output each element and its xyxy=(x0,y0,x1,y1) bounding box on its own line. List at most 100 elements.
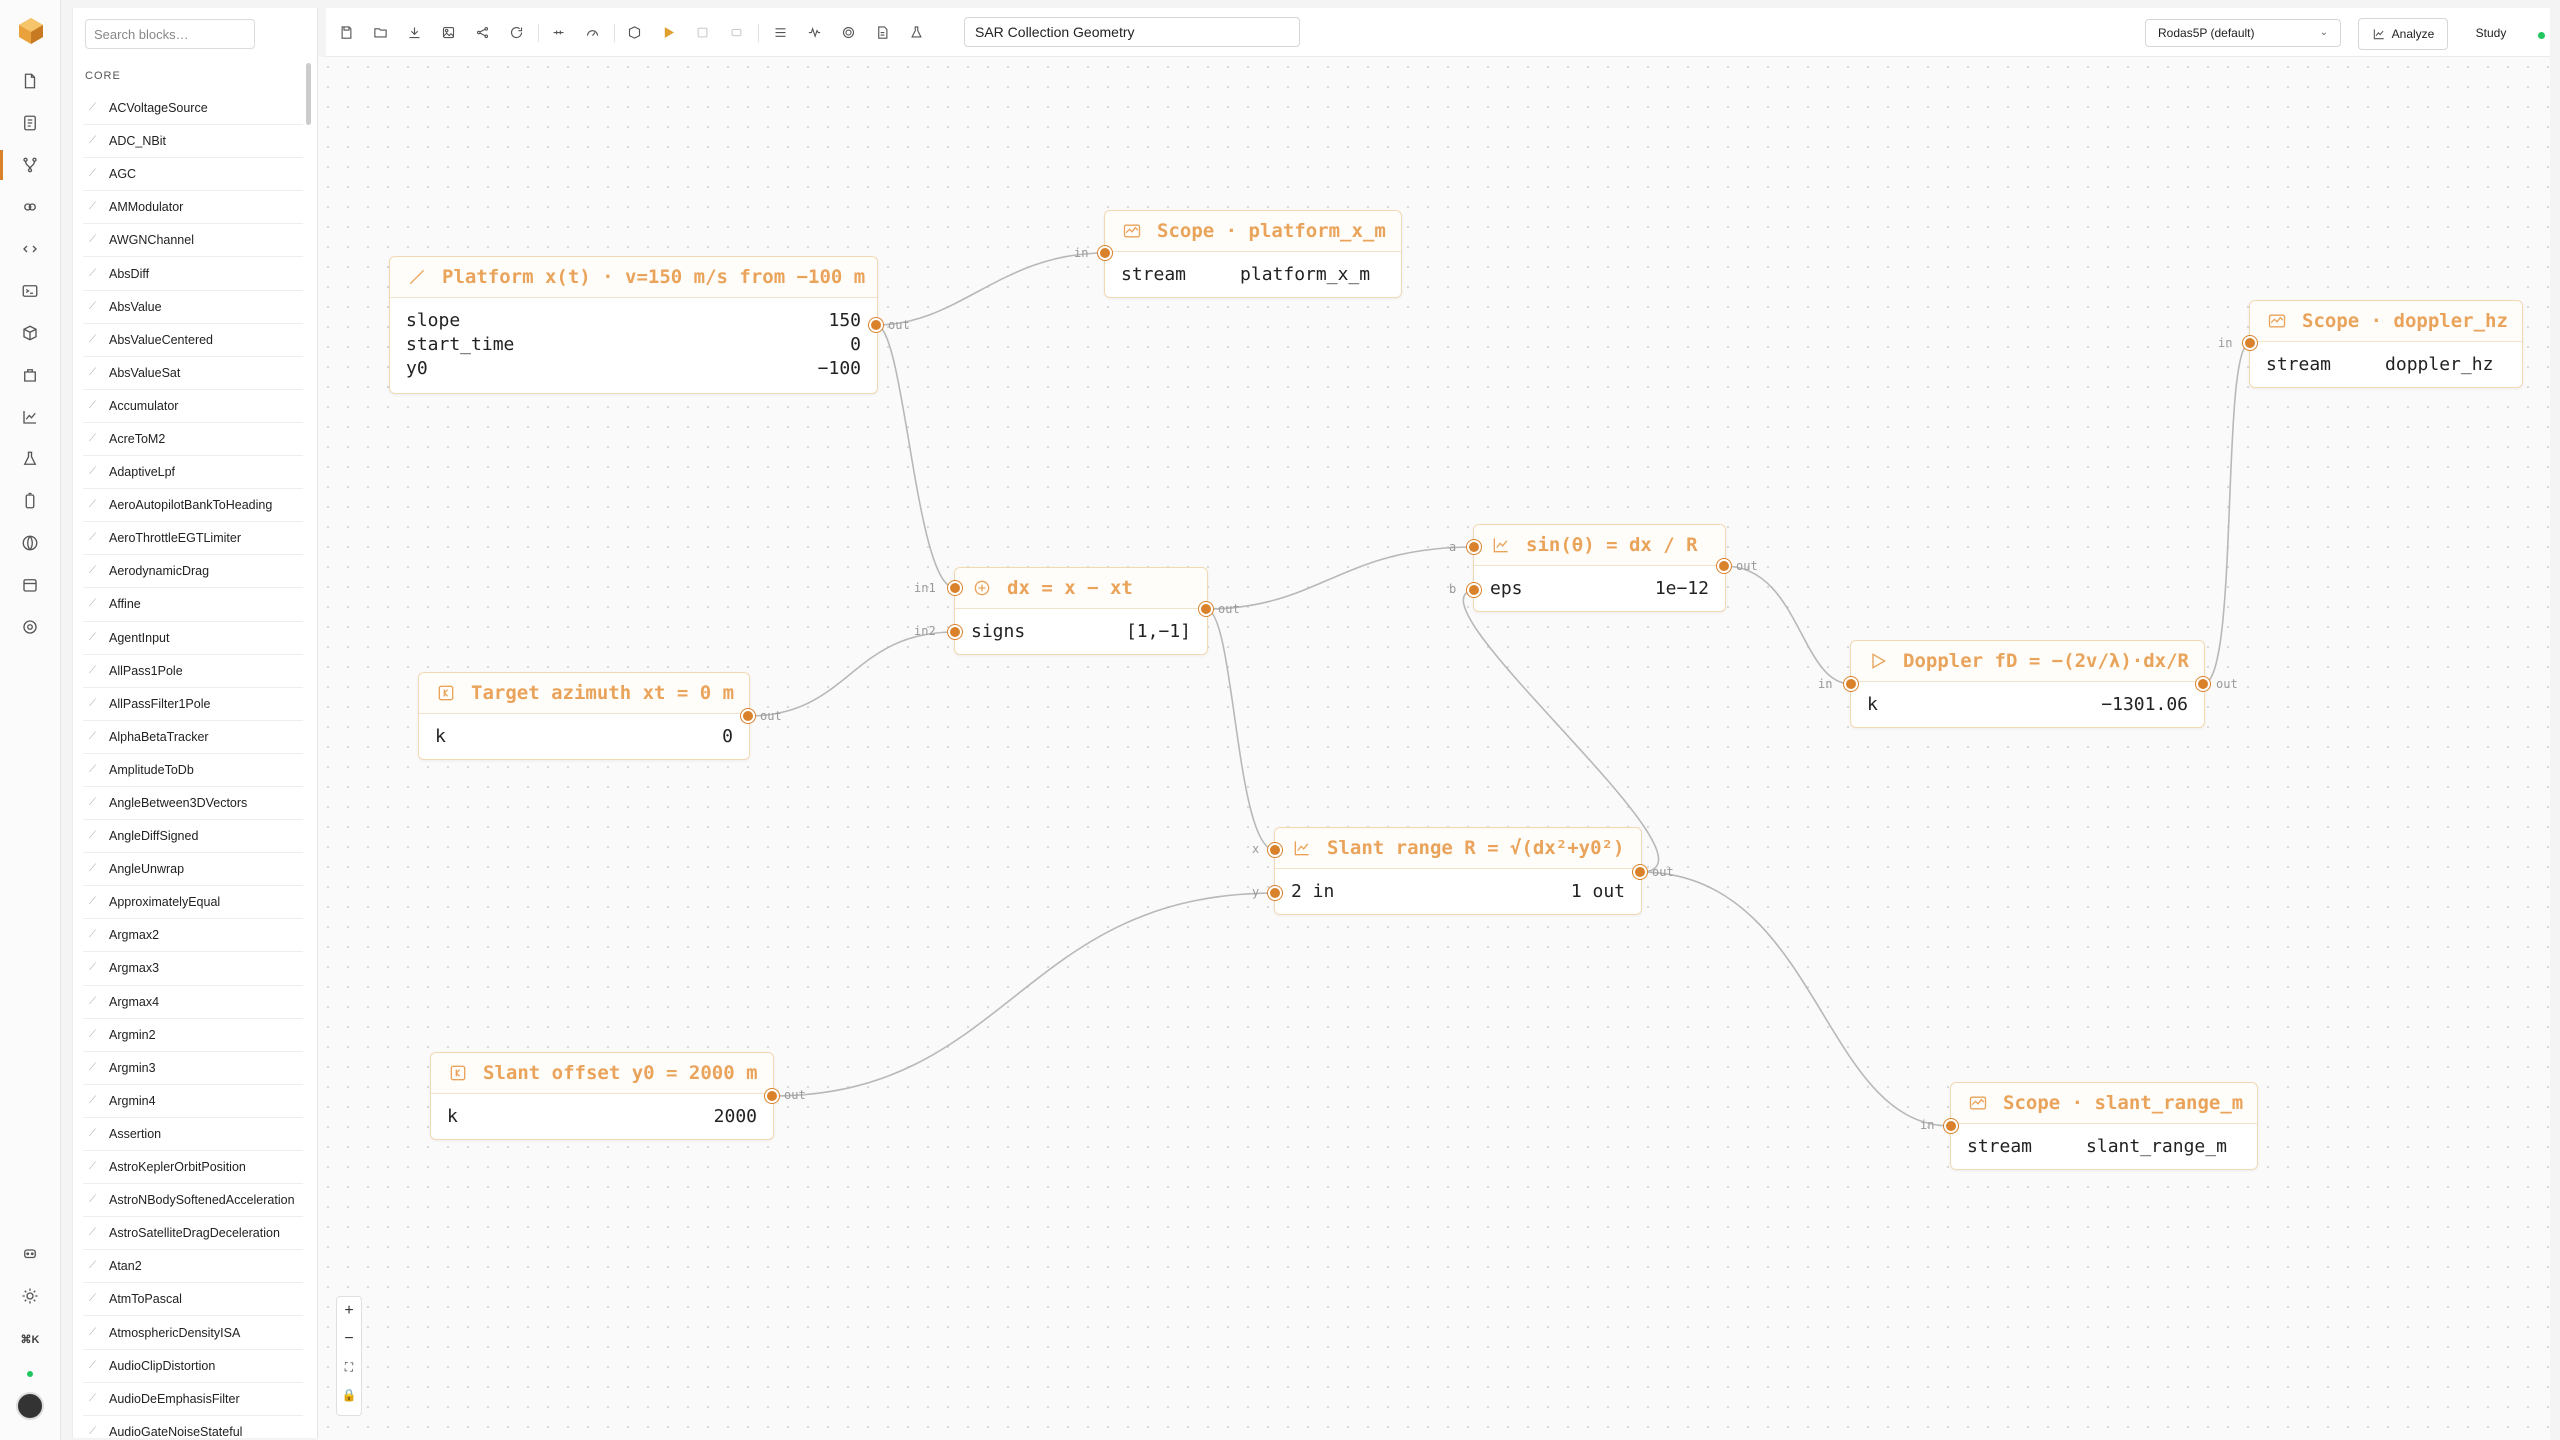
block-item[interactable]: ⟋ AtmToPascal xyxy=(83,1283,303,1317)
block-item[interactable]: ⟋ AngleUnwrap xyxy=(83,853,303,887)
block-item[interactable]: ⟋ AbsDiff xyxy=(83,257,303,291)
block-item[interactable]: ⟋ AstroKeplerOrbitPosition xyxy=(83,1151,303,1185)
download-icon[interactable] xyxy=(404,22,424,42)
lock-icon[interactable]: 🔒 xyxy=(337,1381,361,1409)
block-item[interactable]: ⟋ AudioDeEmphasisFilter xyxy=(83,1383,303,1416)
sun-icon[interactable] xyxy=(19,1285,41,1307)
block-item[interactable]: ⟋ Assertion xyxy=(83,1118,303,1151)
model-title-input[interactable] xyxy=(964,17,1300,47)
block-item[interactable]: ⟋ AeroAutopilotBankToHeading xyxy=(83,489,303,523)
block-item[interactable]: ⟋ Argmax4 xyxy=(83,986,303,1019)
port-y[interactable] xyxy=(1268,886,1282,900)
port-in[interactable] xyxy=(1844,677,1858,691)
block-item[interactable]: ⟋ ApproximatelyEqual xyxy=(83,886,303,920)
port-in1[interactable] xyxy=(948,581,962,595)
block-item[interactable]: ⟋ AstroNBodySoftenedAcceleration xyxy=(83,1184,303,1218)
port-out[interactable] xyxy=(765,1089,779,1103)
app-logo-icon[interactable] xyxy=(16,16,46,46)
block-item[interactable]: ⟋ AllPass1Pole xyxy=(83,655,303,688)
zoom-in-icon[interactable]: + xyxy=(337,1297,361,1325)
node-doppler[interactable]: Doppler fD = −(2v/λ)·dx/R k −1301.06 xyxy=(1850,640,2205,728)
study-button[interactable]: Study xyxy=(2461,18,2521,48)
node-scope-platform-x[interactable]: Scope · platform_x_m stream platform_x_m xyxy=(1104,210,1402,298)
build-icon[interactable] xyxy=(624,22,644,42)
block-item[interactable]: ⟋ AWGNChannel xyxy=(83,224,303,258)
open-folder-icon[interactable] xyxy=(370,22,390,42)
block-item[interactable]: ⟋ Argmax3 xyxy=(83,952,303,986)
block-item[interactable]: ⟋ Argmin4 xyxy=(83,1085,303,1118)
node-slant-range[interactable]: Slant range R = √(dx²+y0²) 2 in 1 out xyxy=(1274,827,1642,915)
branch-icon[interactable] xyxy=(19,154,41,176)
node-slant-offset[interactable]: Slant offset y0 = 2000 m k 2000 xyxy=(430,1052,774,1140)
block-item[interactable]: ⟋ AdaptiveLpf xyxy=(83,456,303,490)
block-item[interactable]: ⟋ AeroThrottleEGTLimiter xyxy=(83,522,303,556)
block-item[interactable]: ⟋ AllPassFilter1Pole xyxy=(83,688,303,721)
block-item[interactable]: ⟋ AbsValueCentered xyxy=(83,324,303,357)
port-out[interactable] xyxy=(741,709,755,723)
block-item[interactable]: ⟋ AngleBetween3DVectors xyxy=(83,787,303,821)
block-item[interactable]: ⟋ AtmosphericDensityISA xyxy=(83,1316,303,1350)
package-icon[interactable] xyxy=(19,364,41,386)
settings-icon[interactable] xyxy=(19,616,41,638)
port-out[interactable] xyxy=(2196,677,2210,691)
link-icon[interactable] xyxy=(19,196,41,218)
step-icon[interactable] xyxy=(548,22,568,42)
file-icon[interactable] xyxy=(19,70,41,92)
waveform-icon[interactable] xyxy=(804,22,824,42)
node-platform[interactable]: Platform x(t) · v=150 m/s from −100 m sl… xyxy=(389,256,878,394)
node-sin[interactable]: sin(θ) = dx / R eps 1e−12 xyxy=(1473,524,1726,612)
port-out[interactable] xyxy=(1633,865,1647,879)
block-item[interactable]: ⟋ AerodynamicDrag xyxy=(83,555,303,589)
block-item[interactable]: ⟋ AstroSatelliteDragDeceleration xyxy=(83,1217,303,1251)
lab-icon[interactable] xyxy=(906,22,926,42)
avatar[interactable] xyxy=(16,1392,44,1420)
block-item[interactable]: ⟋ AMModulator xyxy=(83,191,303,225)
block-item[interactable]: ⟋ AbsValueSat xyxy=(83,357,303,390)
block-item[interactable]: ⟋ AudioGateNoiseStateful xyxy=(83,1416,303,1437)
run-icon[interactable] xyxy=(658,22,678,42)
port-a[interactable] xyxy=(1467,540,1481,554)
save-icon[interactable] xyxy=(336,22,356,42)
port-out[interactable] xyxy=(1199,602,1213,616)
block-list-scrollbar[interactable] xyxy=(306,63,311,125)
block-item[interactable]: ⟋ AbsValue xyxy=(83,291,303,324)
code-icon[interactable] xyxy=(19,238,41,260)
port-in2[interactable] xyxy=(948,625,962,639)
block-item[interactable]: ⟋ Argmax2 xyxy=(83,919,303,953)
gauge-icon[interactable] xyxy=(582,22,602,42)
flask-icon[interactable] xyxy=(19,448,41,470)
block-item[interactable]: ⟋ Affine xyxy=(83,588,303,622)
node-target-azimuth[interactable]: Target azimuth xt = 0 m k0 xyxy=(418,672,750,760)
port-b[interactable] xyxy=(1467,583,1481,597)
port-in[interactable] xyxy=(2243,336,2257,350)
terminal-icon[interactable] xyxy=(19,280,41,302)
refresh-icon[interactable] xyxy=(506,22,526,42)
calendar-icon[interactable] xyxy=(19,574,41,596)
port-out[interactable] xyxy=(1717,559,1731,573)
report-icon[interactable] xyxy=(872,22,892,42)
target-icon[interactable] xyxy=(838,22,858,42)
port-in[interactable] xyxy=(1944,1119,1958,1133)
battery-icon[interactable] xyxy=(19,490,41,512)
node-scope-doppler[interactable]: Scope · doppler_hz stream doppler_hz xyxy=(2249,300,2523,388)
port-x[interactable] xyxy=(1268,843,1282,857)
document-icon[interactable] xyxy=(19,112,41,134)
list-settings-icon[interactable] xyxy=(770,22,790,42)
block-item[interactable]: ⟋ Atan2 xyxy=(83,1250,303,1284)
block-item[interactable]: ⟋ AngleDiffSigned xyxy=(83,820,303,854)
block-item[interactable]: ⟋ AlphaBetaTracker xyxy=(83,721,303,754)
block-item[interactable]: ⟋ AudioClipDistortion xyxy=(83,1350,303,1383)
block-item[interactable]: ⟋ AmplitudeToDb xyxy=(83,754,303,787)
port-in[interactable] xyxy=(1098,246,1112,260)
block-item[interactable]: ⟋ ACVoltageSource xyxy=(83,92,303,126)
block-item[interactable]: ⟋ ADC_NBit xyxy=(83,125,303,159)
fit-view-icon[interactable]: ⛶ xyxy=(337,1353,361,1381)
port-out[interactable] xyxy=(869,318,883,332)
block-item[interactable]: ⟋ Argmin3 xyxy=(83,1052,303,1085)
share-icon[interactable] xyxy=(472,22,492,42)
chart-icon[interactable] xyxy=(19,406,41,428)
block-item[interactable]: ⟋ Argmin2 xyxy=(83,1019,303,1052)
analyze-button[interactable]: Analyze xyxy=(2358,18,2448,50)
block-item[interactable]: ⟋ AcreToM2 xyxy=(83,423,303,457)
shortcut-icon[interactable]: ⌘K xyxy=(19,1328,41,1350)
